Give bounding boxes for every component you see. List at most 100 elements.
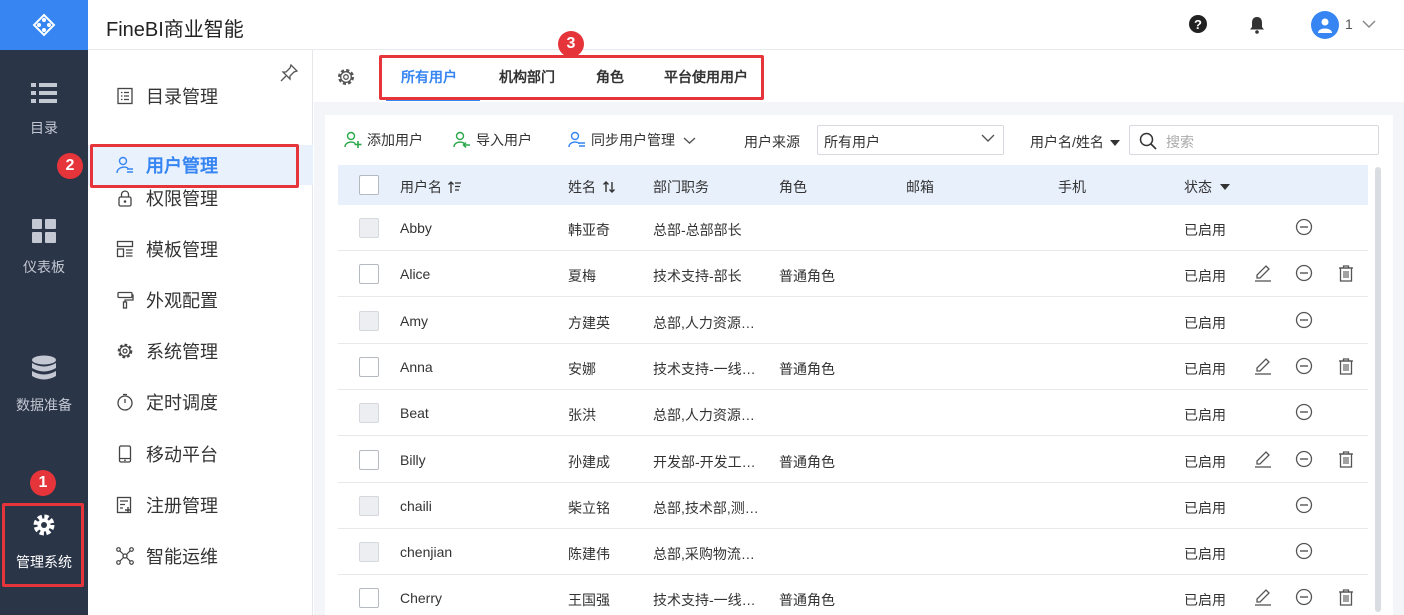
row-checkbox[interactable]	[359, 218, 379, 238]
bell-icon[interactable]	[1249, 16, 1265, 34]
rail-item-catalog[interactable]: 目录	[0, 70, 88, 150]
row-checkbox[interactable]	[359, 495, 379, 516]
caret-down-icon	[1220, 184, 1230, 190]
import-user-button[interactable]: 导入用户	[453, 130, 532, 150]
table-row[interactable]: Abby 韩亚奇 总部-总部部长 已启用	[338, 205, 1368, 251]
submenu-item-0[interactable]: 目录管理	[88, 76, 313, 116]
delete-icon[interactable]	[1337, 264, 1357, 284]
col-dept: 部门职务	[653, 179, 709, 195]
admin-submenu: 目录管理 用户管理 权限管理 模板管理 外观配置 系统管理 定时调度 移动平台 注册管理 智能运维	[88, 50, 313, 615]
submenu-item-label: 外观配置	[146, 291, 218, 311]
table-row[interactable]: Billy 孙建成 开发部-开发工… 普通角色 已启用	[338, 437, 1368, 483]
cell-role: 普通角色	[779, 360, 835, 377]
app-root: 目录 仪表板 数据准备 管理系统 FineBI商业智能 ? 1 目录管理 用户管…	[0, 0, 1404, 615]
row-checkbox[interactable]	[359, 403, 379, 424]
table-row[interactable]: Anna 安娜 技术支持-一线… 普通角色 已启用	[338, 344, 1368, 390]
rail-label-catalog: 目录	[30, 120, 58, 136]
disable-icon[interactable]	[1295, 311, 1315, 331]
cell-dept: 技术支持-部长	[653, 268, 742, 285]
table-row[interactable]: chaili 柴立铭 总部,技术部,测… 已启用	[338, 483, 1368, 529]
cell-status: 已启用	[1184, 546, 1226, 563]
avatar[interactable]	[1311, 11, 1339, 39]
mobile-icon	[115, 444, 135, 464]
callout-box-2	[90, 144, 299, 188]
disable-icon[interactable]	[1295, 496, 1315, 516]
submenu-item-5[interactable]: 系统管理	[88, 331, 313, 371]
col-name[interactable]: 姓名	[568, 177, 616, 197]
table-row[interactable]: chenjian 陈建伟 总部,采购物流… 已启用	[338, 529, 1368, 576]
row-checkbox[interactable]	[359, 310, 379, 331]
cell-name: 张洪	[568, 407, 596, 424]
app-logo[interactable]	[0, 0, 88, 50]
cell-name: 韩亚奇	[568, 222, 610, 238]
submenu-item-3[interactable]: 模板管理	[88, 229, 313, 269]
help-icon[interactable]: ?	[1188, 14, 1208, 34]
disable-icon[interactable]	[1295, 450, 1315, 470]
settings-icon[interactable]	[336, 67, 356, 87]
cell-role: 普通角色	[779, 592, 835, 609]
row-checkbox[interactable]	[359, 356, 379, 377]
search-placeholder: 搜索	[1166, 134, 1194, 150]
edit-icon[interactable]	[1254, 588, 1274, 608]
edit-icon[interactable]	[1254, 450, 1274, 470]
col-name-label: 姓名	[568, 179, 596, 195]
submenu-item-6[interactable]: 定时调度	[88, 382, 313, 422]
cell-dept: 技术支持-一线…	[653, 360, 756, 377]
col-username[interactable]: 用户名	[400, 177, 462, 197]
disable-icon[interactable]	[1295, 542, 1315, 562]
list-icon	[31, 83, 57, 103]
sort-both-icon[interactable]	[602, 180, 616, 194]
cell-username: chenjian	[400, 544, 453, 561]
rail-item-dashboard[interactable]: 仪表板	[0, 208, 88, 288]
database-icon	[32, 355, 56, 380]
disable-icon[interactable]	[1295, 403, 1315, 423]
select-all-checkbox[interactable]	[359, 175, 379, 195]
caret-down-icon	[1109, 140, 1120, 146]
user-panel: 添加用户 导入用户 同步用户管理 用户来源 所有用户 用户名/姓名 搜索 用户名…	[325, 115, 1393, 615]
col-phone: 手机	[1058, 179, 1086, 195]
row-checkbox[interactable]	[359, 542, 379, 563]
sort-asc-icon[interactable]	[448, 180, 462, 194]
chevron-down-icon[interactable]	[1362, 19, 1376, 29]
cell-status: 已启用	[1184, 499, 1226, 516]
source-value: 所有用户	[824, 134, 880, 150]
table-row[interactable]: Alice 夏梅 技术支持-部长 普通角色 已启用	[338, 251, 1368, 298]
edit-icon[interactable]	[1254, 264, 1274, 284]
source-select[interactable]: 所有用户	[817, 125, 1004, 155]
table-row[interactable]: Amy 方建英 总部,人力资源… 已启用	[338, 298, 1368, 344]
disable-icon[interactable]	[1295, 218, 1315, 238]
add-user-button[interactable]: 添加用户	[344, 130, 423, 150]
submenu-item-label: 移动平台	[146, 445, 218, 465]
col-status[interactable]: 状态	[1184, 177, 1230, 197]
filter-label: 用户名/姓名	[1030, 134, 1104, 150]
row-checkbox[interactable]	[359, 449, 379, 470]
rail-item-data-prep[interactable]: 数据准备	[0, 345, 88, 425]
cell-dept: 总部-总部部长	[653, 222, 742, 238]
delete-icon[interactable]	[1337, 450, 1357, 470]
delete-icon[interactable]	[1337, 357, 1357, 377]
edit-icon[interactable]	[1254, 357, 1274, 377]
submenu-item-label: 权限管理	[146, 189, 218, 209]
submenu-item-label: 系统管理	[146, 342, 218, 362]
cell-username: Beat	[400, 405, 429, 422]
submenu-item-9[interactable]: 智能运维	[88, 536, 313, 576]
submenu-item-8[interactable]: 注册管理	[88, 485, 313, 525]
sync-user-dropdown[interactable]: 同步用户管理	[568, 130, 696, 150]
delete-icon[interactable]	[1337, 588, 1357, 608]
filter-field-select[interactable]: 用户名/姓名	[1030, 132, 1120, 152]
cell-name: 安娜	[568, 360, 596, 377]
scrollbar[interactable]	[1375, 167, 1381, 612]
import-user-label: 导入用户	[476, 132, 532, 148]
row-checkbox[interactable]	[359, 264, 379, 285]
disable-icon[interactable]	[1295, 357, 1315, 377]
disable-icon[interactable]	[1295, 588, 1315, 608]
submenu-item-7[interactable]: 移动平台	[88, 434, 313, 474]
search-input[interactable]: 搜索	[1129, 125, 1379, 155]
submenu-item-4[interactable]: 外观配置	[88, 280, 313, 320]
table-row[interactable]: Beat 张洪 总部,人力资源… 已启用	[338, 390, 1368, 437]
user-name[interactable]: 1	[1345, 16, 1353, 32]
callout-badge-2: 2	[57, 153, 83, 179]
table-row[interactable]: Cherry 王国强 技术支持-一线… 普通角色 已启用	[338, 575, 1368, 615]
disable-icon[interactable]	[1295, 264, 1315, 284]
row-checkbox[interactable]	[359, 588, 379, 609]
